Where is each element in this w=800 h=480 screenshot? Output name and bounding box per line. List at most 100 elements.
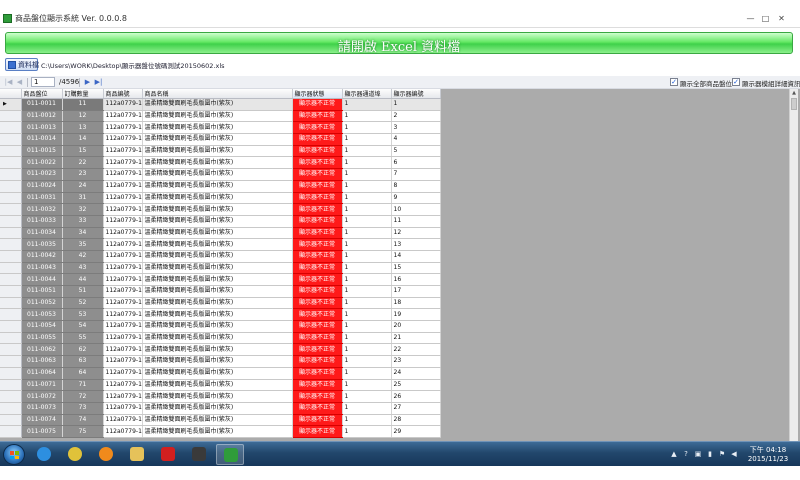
cell-quantity[interactable]: 44	[62, 273, 104, 286]
taskbar-item-chrome[interactable]	[61, 444, 89, 465]
tray-arrow-icon[interactable]: ▲	[670, 450, 678, 458]
table-row[interactable]: 011-001414112a0779-1110溫柔精緻雙面刷毛長版圍巾(紫灰)顯…	[0, 133, 441, 146]
cell-quantity[interactable]: 22	[62, 156, 104, 170]
cell-product-name[interactable]: 溫柔精緻雙面刷毛長版圍巾(紫灰)	[142, 250, 293, 263]
first-record-button[interactable]: |◀	[4, 77, 13, 87]
col-header-product-code[interactable]: 商品編號	[103, 89, 143, 99]
cell-location[interactable]: 011-0071	[21, 379, 63, 392]
cell-product-code[interactable]: 112a0779-1110	[103, 343, 143, 357]
data-file-button[interactable]: 資料檔	[5, 58, 39, 71]
prev-record-button[interactable]: ◀	[15, 77, 24, 87]
cell-status[interactable]: 顯示器不正常	[292, 192, 343, 205]
cell-product-name[interactable]: 溫柔精緻雙面刷毛長版圍巾(紫灰)	[142, 355, 293, 368]
row-header[interactable]	[0, 133, 22, 146]
cell-status[interactable]: 顯示器不正常	[292, 390, 343, 403]
cell-product-name[interactable]: 溫柔精緻雙面刷毛長版圍巾(紫灰)	[142, 98, 293, 111]
table-row[interactable]: ▶011-001111112a0779-1110溫柔精緻雙面刷毛長版圍巾(紫灰)…	[0, 98, 441, 111]
cell-quantity[interactable]: 55	[62, 332, 104, 345]
cell-status[interactable]: 顯示器不正常	[292, 308, 343, 322]
cell-display-number[interactable]: 15	[391, 262, 441, 275]
cell-display-number[interactable]: 29	[391, 425, 441, 438]
cell-quantity[interactable]: 32	[62, 203, 104, 216]
cell-status[interactable]: 顯示器不正常	[292, 297, 343, 310]
cell-status[interactable]: 顯示器不正常	[292, 285, 343, 298]
cell-status[interactable]: 顯示器不正常	[292, 425, 343, 438]
cell-quantity[interactable]: 51	[62, 285, 104, 298]
cell-quantity[interactable]: 42	[62, 250, 104, 263]
cell-status[interactable]: 顯示器不正常	[292, 238, 343, 251]
row-header[interactable]	[0, 145, 22, 158]
row-header[interactable]	[0, 308, 22, 322]
col-header-quantity[interactable]: 訂購數量	[62, 89, 104, 99]
row-header[interactable]	[0, 180, 22, 193]
cell-quantity[interactable]: 52	[62, 297, 104, 310]
cell-display-number[interactable]: 5	[391, 145, 441, 158]
table-row[interactable]: 011-006464112a0779-1110溫柔精緻雙面刷毛長版圍巾(紫灰)顯…	[0, 367, 441, 380]
cell-product-code[interactable]: 112a0779-1110	[103, 215, 143, 228]
table-row[interactable]: 011-005353112a0779-1110溫柔精緻雙面刷毛長版圍巾(紫灰)顯…	[0, 308, 441, 322]
row-header[interactable]	[0, 402, 22, 415]
cell-display-number[interactable]: 11	[391, 215, 441, 228]
row-header[interactable]	[0, 390, 22, 403]
cell-product-code[interactable]: 112a0779-1110	[103, 145, 143, 158]
cell-quantity[interactable]: 23	[62, 168, 104, 181]
cell-display-number[interactable]: 16	[391, 273, 441, 286]
cell-location[interactable]: 011-0054	[21, 320, 63, 333]
cell-display-number[interactable]: 2	[391, 110, 441, 123]
cell-product-code[interactable]: 112a0779-1110	[103, 250, 143, 263]
cell-product-name[interactable]: 溫柔精緻雙面刷毛長版圍巾(紫灰)	[142, 273, 293, 286]
cell-product-code[interactable]: 112a0779-1110	[103, 425, 143, 438]
row-header[interactable]	[0, 250, 22, 263]
cell-product-code[interactable]: 112a0779-1110	[103, 156, 143, 170]
cell-product-name[interactable]: 溫柔精緻雙面刷毛長版圍巾(紫灰)	[142, 285, 293, 298]
table-row[interactable]: 011-003232112a0779-1110溫柔精緻雙面刷毛長版圍巾(紫灰)顯…	[0, 203, 441, 216]
taskbar-item-ie[interactable]	[30, 444, 58, 465]
show-detail-checkbox[interactable]: ✓	[732, 78, 740, 86]
network-icon[interactable]: ▣	[694, 450, 702, 458]
cell-product-name[interactable]: 溫柔精緻雙面刷毛長版圍巾(紫灰)	[142, 156, 293, 170]
row-header[interactable]: ▶	[0, 98, 22, 111]
row-header[interactable]	[0, 110, 22, 123]
cell-status[interactable]: 顯示器不正常	[292, 215, 343, 228]
cell-location[interactable]: 011-0035	[21, 238, 63, 251]
cell-product-code[interactable]: 112a0779-1110	[103, 121, 143, 135]
table-row[interactable]: 011-005151112a0779-1110溫柔精緻雙面刷毛長版圍巾(紫灰)顯…	[0, 285, 441, 298]
cell-status[interactable]: 顯示器不正常	[292, 262, 343, 275]
cell-quantity[interactable]: 71	[62, 379, 104, 392]
row-header[interactable]	[0, 192, 22, 205]
cell-display-number[interactable]: 27	[391, 402, 441, 415]
cell-channel[interactable]: 1	[342, 121, 392, 135]
cell-status[interactable]: 顯示器不正常	[292, 273, 343, 286]
table-row[interactable]: 011-003434112a0779-1110溫柔精緻雙面刷毛長版圍巾(紫灰)顯…	[0, 227, 441, 240]
cell-channel[interactable]: 1	[342, 285, 392, 298]
cell-location[interactable]: 011-0051	[21, 285, 63, 298]
cell-location[interactable]: 011-0043	[21, 262, 63, 275]
cell-product-name[interactable]: 溫柔精緻雙面刷毛長版圍巾(紫灰)	[142, 145, 293, 158]
last-record-button[interactable]: ▶|	[94, 77, 103, 87]
cell-quantity[interactable]: 64	[62, 367, 104, 380]
cell-status[interactable]: 顯示器不正常	[292, 121, 343, 135]
cell-display-number[interactable]: 28	[391, 414, 441, 427]
cell-channel[interactable]: 1	[342, 203, 392, 216]
col-header-display-number[interactable]: 顯示器編號	[391, 89, 441, 99]
cell-product-code[interactable]: 112a0779-1110	[103, 180, 143, 193]
table-row[interactable]: 011-002323112a0779-1110溫柔精緻雙面刷毛長版圍巾(紫灰)顯…	[0, 168, 441, 181]
taskbar-item-folder[interactable]	[123, 444, 151, 465]
cell-product-name[interactable]: 溫柔精緻雙面刷毛長版圍巾(紫灰)	[142, 379, 293, 392]
flag-icon[interactable]: ⚑	[718, 450, 726, 458]
cell-location[interactable]: 011-0053	[21, 308, 63, 322]
cell-display-number[interactable]: 12	[391, 227, 441, 240]
cell-channel[interactable]: 1	[342, 156, 392, 170]
cell-location[interactable]: 011-0044	[21, 273, 63, 286]
cell-display-number[interactable]: 25	[391, 379, 441, 392]
cell-channel[interactable]: 1	[342, 425, 392, 438]
cell-display-number[interactable]: 9	[391, 192, 441, 205]
cell-quantity[interactable]: 54	[62, 320, 104, 333]
cell-location[interactable]: 011-0052	[21, 297, 63, 310]
cell-location[interactable]: 011-0015	[21, 145, 63, 158]
row-header[interactable]	[0, 332, 22, 345]
cell-quantity[interactable]: 73	[62, 402, 104, 415]
cell-product-code[interactable]: 112a0779-1110	[103, 285, 143, 298]
cell-product-code[interactable]: 112a0779-1110	[103, 168, 143, 181]
cell-location[interactable]: 011-0034	[21, 227, 63, 240]
